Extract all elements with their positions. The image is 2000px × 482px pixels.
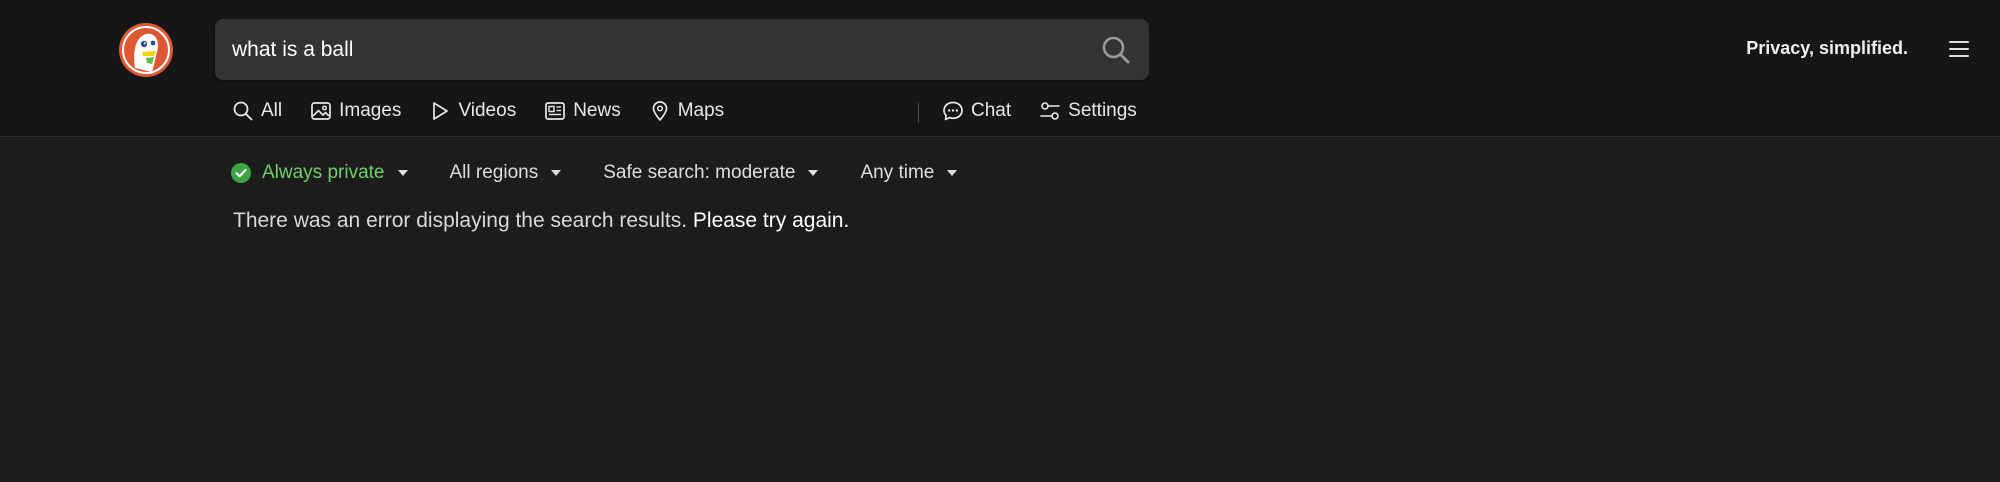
image-icon xyxy=(311,102,331,120)
time-label: Any time xyxy=(860,162,935,183)
search-box xyxy=(215,19,1149,80)
settings-label: Settings xyxy=(1068,100,1137,121)
safe-search-label: Safe search: moderate xyxy=(603,162,796,183)
caret-down-icon xyxy=(808,170,819,176)
tab-label: Maps xyxy=(677,100,725,121)
search-icon xyxy=(233,101,253,121)
always-private-label: Always private xyxy=(262,162,385,183)
tab-label: All xyxy=(261,100,283,121)
always-private-filter[interactable]: Always private xyxy=(230,162,408,184)
chat-bubble-icon xyxy=(943,101,963,121)
tab-videos[interactable]: Videos xyxy=(429,100,516,122)
safe-search-filter[interactable]: Safe search: moderate xyxy=(603,162,819,184)
map-pin-icon xyxy=(652,101,668,121)
play-icon xyxy=(433,102,449,120)
search-icon[interactable] xyxy=(1101,35,1131,65)
settings-link[interactable]: Settings xyxy=(1039,100,1137,122)
search-filters: Always private All regions Safe search: … xyxy=(230,160,999,186)
caret-down-icon xyxy=(551,170,562,176)
tab-label: Videos xyxy=(458,100,517,121)
check-circle-icon xyxy=(231,163,251,183)
tab-label: News xyxy=(573,100,621,121)
duckduckgo-logo[interactable] xyxy=(118,22,174,78)
hamburger-menu-icon[interactable] xyxy=(1948,38,1970,60)
region-label: All regions xyxy=(449,162,539,183)
settings-sliders-icon xyxy=(1040,102,1060,120)
tab-images[interactable]: Images xyxy=(310,100,401,122)
header-right-links: Chat Settings xyxy=(942,96,1165,126)
error-message: There was an error displaying the search… xyxy=(233,209,849,233)
tab-all[interactable]: All xyxy=(232,100,282,122)
region-filter[interactable]: All regions xyxy=(450,162,562,184)
chat-label: Chat xyxy=(971,100,1012,121)
try-again-link[interactable]: Please try again. xyxy=(693,209,849,232)
search-input[interactable] xyxy=(232,19,1072,80)
search-type-tabs: All Images Videos News Maps xyxy=(232,96,752,126)
newspaper-icon xyxy=(545,102,566,120)
duck-logo-icon xyxy=(119,23,173,77)
header-bar: Privacy, simplified. All Images xyxy=(0,0,2000,137)
caret-down-icon xyxy=(397,170,408,176)
nav-divider xyxy=(918,103,919,123)
tab-news[interactable]: News xyxy=(544,100,621,122)
tagline[interactable]: Privacy, simplified. xyxy=(1746,38,1908,59)
chat-link[interactable]: Chat xyxy=(942,100,1011,122)
time-filter[interactable]: Any time xyxy=(860,162,958,184)
tab-label: Images xyxy=(339,100,402,121)
tab-maps[interactable]: Maps xyxy=(649,100,724,122)
error-text: There was an error displaying the search… xyxy=(233,209,688,232)
caret-down-icon xyxy=(947,170,958,176)
